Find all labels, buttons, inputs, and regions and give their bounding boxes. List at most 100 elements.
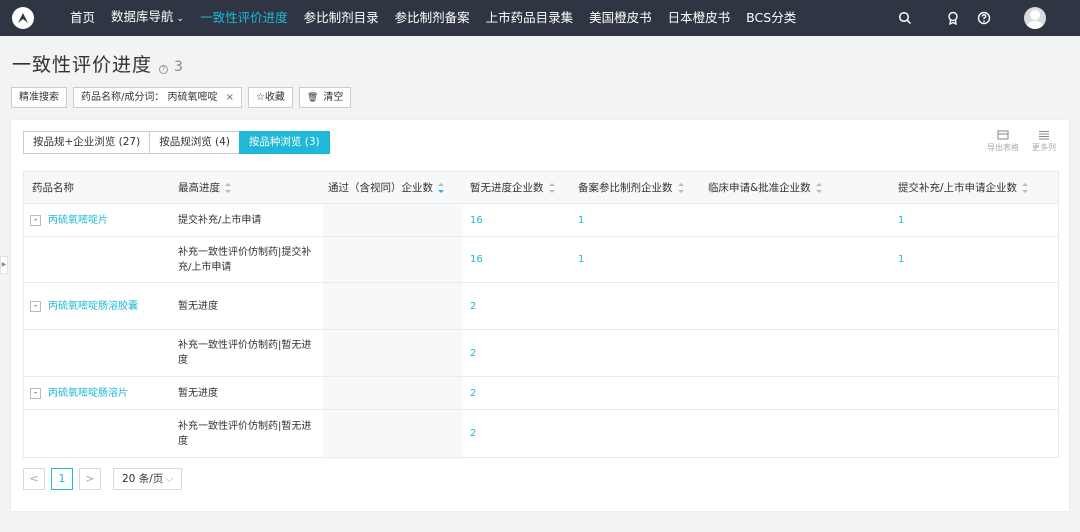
sorted-column-bg — [323, 283, 463, 329]
sort-icon[interactable] — [225, 183, 231, 193]
sort-icon[interactable] — [815, 183, 822, 193]
drug-name-link[interactable]: 丙硫氧嘧啶肠溶胶囊 — [48, 299, 148, 314]
page-size-select[interactable]: 20 条/页 ⌵ — [113, 468, 183, 490]
sorted-column-bg — [323, 237, 463, 282]
progress-cell: 暂无进度 — [178, 387, 218, 399]
no-progress-count-cell[interactable]: 2 — [470, 346, 550, 361]
keyword-filter-label: 药品名称/成分词： 丙硫氧嘧啶 — [81, 92, 218, 103]
no-progress-count-cell[interactable]: 2 — [470, 386, 550, 401]
sort-icon[interactable] — [438, 183, 444, 193]
more-columns-label: 更多列 — [1032, 143, 1056, 152]
nav-item-label: 上市药品目录集 — [485, 10, 574, 25]
nav-item-label: 数据库导航 — [111, 9, 174, 24]
view-tab-1[interactable]: 按品规浏览 (4) — [149, 131, 240, 154]
nav-item-3[interactable]: 参比制剂目录 — [304, 0, 379, 36]
nav-item-5[interactable]: 上市药品目录集 — [486, 0, 574, 36]
column-header-2[interactable]: 通过（含视同）企业数 — [328, 172, 444, 204]
result-count: 3 — [174, 59, 183, 75]
page-title: 一致性评价进度 — [12, 54, 153, 76]
reference-filing-count-cell[interactable]: 1 — [578, 252, 658, 267]
more-columns-button[interactable]: 更多列 — [1032, 130, 1056, 153]
main-nav: 首页 数据库导航 ⌄ 一致性评价进度 参比制剂目录 参比制剂备案 上市药品目录集 美国橙皮书日… — [70, 0, 812, 36]
table-row: 补充一致性评价仿制药|提交补充/上市申请 16 1 1 — [24, 237, 1058, 283]
clear-label: 清空 — [323, 92, 344, 103]
no-progress-count-cell[interactable]: 16 — [470, 213, 550, 228]
nav-item-2[interactable]: 一致性评价进度 — [200, 0, 288, 36]
collapse-icon[interactable]: - — [30, 387, 41, 399]
top-navbar: 首页 数据库导航 ⌄ 一致性评价进度 参比制剂目录 参比制剂备案 上市药品目录集 美国橙皮书日… — [0, 0, 1080, 36]
page-1-button[interactable]: 1 — [51, 468, 73, 490]
progress-cell: 补充一致性评价仿制药|暂无进度 — [178, 340, 312, 366]
column-header-label: 备案参比制剂企业数 — [578, 182, 673, 194]
pagination: < 1 > 20 条/页 ⌵ — [23, 468, 183, 490]
collapse-icon[interactable]: - — [30, 214, 41, 226]
column-header-5[interactable]: 临床申请&批准企业数 — [708, 172, 822, 204]
nav-item-4[interactable]: 参比制剂备案 — [395, 0, 470, 36]
prev-page-button[interactable]: < — [23, 468, 45, 490]
submission-count-cell[interactable]: 1 — [898, 213, 978, 228]
submission-count-cell[interactable]: 1 — [898, 252, 978, 267]
column-header-1[interactable]: 最高进度 — [178, 172, 231, 204]
column-header-4[interactable]: 备案参比制剂企业数 — [578, 172, 684, 204]
no-progress-count-cell[interactable]: 2 — [470, 426, 550, 441]
column-header-label: 最高进度 — [178, 182, 220, 194]
title-help-icon[interactable]: ? — [159, 65, 169, 74]
nav-item-label: 日本橙皮书 — [667, 10, 731, 25]
app-logo[interactable] — [12, 7, 34, 29]
reference-filing-count-cell[interactable]: 1 — [578, 213, 658, 228]
column-header-label: 药品名称 — [32, 182, 74, 194]
nav-item-7[interactable]: 日本橙皮书 — [668, 0, 731, 36]
next-page-button[interactable]: > — [79, 468, 101, 490]
table-row: 补充一致性评价仿制药|暂无进度 2 — [24, 330, 1058, 377]
nav-item-0[interactable]: 首页 — [70, 0, 95, 36]
drug-name-link[interactable]: 丙硫氧嘧啶片 — [48, 213, 148, 228]
column-header-label: 暂无进度企业数 — [470, 182, 544, 194]
export-label: 导出表格 — [987, 143, 1019, 152]
table-row: - 丙硫氧嘧啶肠溶胶囊 暂无进度 2 — [24, 283, 1058, 330]
search-icon[interactable] — [898, 11, 912, 25]
nav-item-label: 参比制剂目录 — [303, 10, 379, 25]
close-icon[interactable]: × — [226, 92, 234, 103]
table-body: - 丙硫氧嘧啶片 提交补充/上市申请 16 1 1 补充一致性评价仿制药|提交补充/上市申请… — [24, 204, 1058, 457]
export-icon — [997, 130, 1009, 140]
drug-name-link[interactable]: 丙硫氧嘧啶肠溶片 — [48, 386, 148, 401]
table-row: - 丙硫氧嘧啶肠溶片 暂无进度 2 — [24, 377, 1058, 410]
table-row: 补充一致性评价仿制药|暂无进度 2 — [24, 410, 1058, 457]
nav-item-label: 美国橙皮书 — [589, 10, 652, 25]
clear-button[interactable]: 🗑 清空 — [298, 87, 352, 108]
table-header: 药品名称 最高进度 通过（含视同）企业数 暂无进度企业数 备案参比制剂企业数 临床申请&批… — [24, 172, 1058, 204]
sorted-column-bg — [323, 377, 463, 409]
page-size-label: 20 条/页 — [122, 473, 164, 485]
view-tab-0[interactable]: 按品规+企业浏览 (27) — [23, 131, 151, 154]
view-tab-2[interactable]: 按品种浏览 (3) — [238, 131, 330, 154]
sidebar-toggle[interactable]: ▶ — [0, 256, 8, 274]
nav-item-label: BCS分类 — [746, 10, 797, 25]
no-progress-count-cell[interactable]: 2 — [470, 299, 550, 314]
sort-icon[interactable] — [1022, 183, 1029, 193]
results-card: 按品规+企业浏览 (27) 按品规浏览 (4) 按品种浏览 (3) 导出表格 更多列… — [10, 119, 1070, 512]
no-progress-count-cell[interactable]: 16 — [470, 252, 550, 267]
column-header-3[interactable]: 暂无进度企业数 — [470, 172, 555, 204]
badge-icon[interactable] — [946, 11, 960, 25]
keyword-filter-tag[interactable]: 药品名称/成分词： 丙硫氧嘧啶 × — [73, 87, 242, 108]
progress-cell: 补充一致性评价仿制药|暂无进度 — [178, 420, 312, 447]
chevron-down-icon: ⌄ — [176, 14, 185, 24]
column-header-6[interactable]: 提交补充/上市申请企业数 — [898, 172, 1029, 204]
expand-arrow-icon: ▶ — [1, 261, 7, 268]
column-header-label: 临床申请&批准企业数 — [708, 182, 811, 194]
collapse-icon[interactable]: - — [30, 300, 41, 312]
favorite-button[interactable]: ☆收藏 — [247, 87, 293, 108]
sort-icon[interactable] — [548, 183, 555, 193]
user-avatar[interactable] — [1024, 7, 1046, 29]
column-header-label: 通过（含视同）企业数 — [328, 182, 433, 194]
column-header-label: 提交补充/上市申请企业数 — [898, 182, 1018, 194]
chevron-down-icon: ⌵ — [165, 473, 174, 485]
nav-item-1[interactable]: 数据库导航 ⌄ — [111, 0, 184, 37]
sort-icon[interactable] — [677, 183, 684, 193]
help-icon[interactable] — [977, 11, 991, 25]
exact-search-button[interactable]: 精准搜索 — [11, 87, 67, 108]
nav-item-6[interactable]: 美国橙皮书 — [589, 0, 652, 36]
export-table-button[interactable]: 导出表格 — [987, 130, 1019, 153]
nav-item-8[interactable]: BCS分类 — [746, 0, 796, 36]
nav-item-label: 一致性评价进度 — [200, 10, 288, 25]
